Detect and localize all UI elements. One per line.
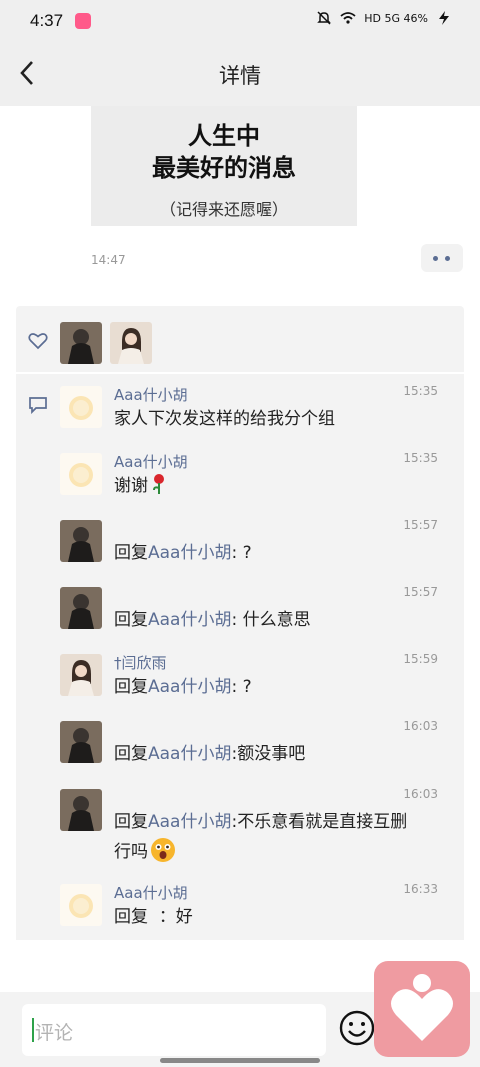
sun-avatar-image bbox=[60, 453, 102, 495]
comment-author[interactable]: †闫欣雨 bbox=[114, 652, 167, 673]
likes-panel bbox=[16, 306, 464, 372]
reply-target[interactable]: Aaa什小胡 bbox=[148, 677, 231, 697]
emoji-button[interactable] bbox=[338, 1009, 376, 1047]
status-indicators: HD 5G 46% bbox=[316, 11, 452, 25]
avatar[interactable] bbox=[60, 587, 102, 629]
reply-prefix: 回复 bbox=[114, 812, 148, 832]
heart-person-icon bbox=[391, 974, 453, 1041]
reply-prefix: 回复 bbox=[114, 907, 148, 927]
surprised-face-icon bbox=[151, 838, 175, 862]
comment-time: 15:59 bbox=[403, 652, 438, 666]
avatar[interactable] bbox=[60, 721, 102, 763]
comment-time: 16:33 bbox=[403, 882, 438, 896]
avatar[interactable] bbox=[60, 386, 102, 428]
comment-text[interactable]: 回复Aaa什小胡: ? bbox=[114, 672, 450, 702]
reply-prefix: 回复 bbox=[114, 543, 148, 563]
reply-colon: : bbox=[231, 543, 238, 563]
comment-body-continued: 行吗 bbox=[114, 842, 148, 862]
image-text-line3: （记得来还愿喔） bbox=[159, 200, 288, 219]
avatar-image bbox=[60, 322, 102, 364]
comment-icon bbox=[29, 397, 47, 414]
page-title: 详情 bbox=[219, 64, 261, 88]
comment-body: ：好 bbox=[158, 907, 193, 927]
text-caret bbox=[32, 1018, 34, 1042]
more-actions-button[interactable] bbox=[421, 244, 463, 272]
comments-panel: Aaa什小胡 15:35 家人下次发这样的给我分个组 Aaa什小胡 15:35 … bbox=[16, 374, 464, 940]
comment-time: 16:03 bbox=[403, 719, 438, 733]
avatar[interactable] bbox=[60, 789, 102, 831]
liker-avatar[interactable] bbox=[110, 322, 152, 364]
heart-outline-icon bbox=[28, 333, 48, 350]
sun-avatar-image bbox=[60, 386, 102, 428]
comment-time: 16:03 bbox=[403, 787, 438, 801]
liker-avatar[interactable] bbox=[60, 322, 102, 364]
reply-colon: : bbox=[231, 610, 238, 630]
reply-colon: : bbox=[231, 677, 238, 697]
comment-text[interactable]: 回复Aaa什小胡:额没事吧 bbox=[114, 739, 450, 769]
home-indicator[interactable] bbox=[160, 1058, 320, 1063]
reply-prefix: 回复 bbox=[114, 610, 148, 630]
reply-target[interactable]: Aaa什小胡 bbox=[148, 543, 231, 563]
comment-author[interactable]: Aaa什小胡 bbox=[114, 451, 188, 472]
comment-time: 15:35 bbox=[403, 384, 438, 398]
post-timestamp: 14:47 bbox=[91, 253, 126, 267]
comment-time: 15:57 bbox=[403, 518, 438, 532]
reply-target[interactable]: Aaa什小胡 bbox=[148, 744, 231, 764]
comment-text[interactable]: 回复 ：好 bbox=[114, 902, 450, 932]
avatar-image bbox=[60, 789, 102, 831]
reply-prefix: 回复 bbox=[114, 677, 148, 697]
comment-body: 什么意思 bbox=[242, 610, 311, 630]
comment-body: 家人下次发这样的给我分个组 bbox=[114, 409, 335, 429]
comment-body: 不乐意看就是直接互删 bbox=[237, 812, 408, 832]
comment-input[interactable]: 评论 bbox=[22, 1004, 326, 1056]
charging-icon bbox=[439, 11, 449, 25]
comment-author[interactable]: Aaa什小胡 bbox=[114, 882, 188, 903]
status-network-text: HD 5G 46% bbox=[364, 11, 428, 25]
avatar[interactable] bbox=[60, 453, 102, 495]
avatar[interactable] bbox=[60, 884, 102, 926]
avatar-image bbox=[110, 322, 152, 364]
more-dots-icon bbox=[433, 256, 438, 261]
wifi-icon bbox=[340, 12, 356, 24]
reply-target[interactable]: Aaa什小胡 bbox=[148, 610, 231, 630]
comment-time: 15:57 bbox=[403, 585, 438, 599]
comment-body: 谢谢 bbox=[114, 476, 148, 496]
comment-text[interactable]: 家人下次发这样的给我分个组 bbox=[114, 404, 450, 434]
status-bar: 4:37 HD 5G 46% bbox=[0, 0, 480, 44]
avatar-image bbox=[60, 721, 102, 763]
post-image[interactable]: 人生中 最美好的消息 （记得来还愿喔） bbox=[91, 106, 357, 226]
avatar[interactable] bbox=[60, 654, 102, 696]
header-bar: 详情 bbox=[0, 44, 480, 106]
comment-body: 额没事吧 bbox=[237, 744, 306, 764]
avatar-image bbox=[60, 587, 102, 629]
comment-body: ? bbox=[242, 543, 252, 563]
status-time: 4:37 bbox=[30, 11, 64, 30]
rose-icon bbox=[153, 474, 164, 494]
comment-time: 15:35 bbox=[403, 451, 438, 465]
comment-input-placeholder: 评论 bbox=[35, 1022, 74, 1044]
avatar[interactable] bbox=[60, 520, 102, 562]
more-dots-icon bbox=[445, 256, 450, 261]
comment-text[interactable]: 回复Aaa什小胡: ? bbox=[114, 538, 450, 568]
mute-icon bbox=[317, 11, 332, 25]
avatar-image bbox=[60, 654, 102, 696]
floating-app-button[interactable] bbox=[374, 961, 470, 1057]
image-text-line2: 最美好的消息 bbox=[152, 154, 296, 182]
avatar-image bbox=[60, 520, 102, 562]
comment-text[interactable]: 回复Aaa什小胡: 什么意思 bbox=[114, 605, 450, 635]
reply-prefix: 回复 bbox=[114, 744, 148, 764]
comment-author[interactable]: Aaa什小胡 bbox=[114, 384, 188, 405]
reply-target[interactable]: Aaa什小胡 bbox=[148, 812, 231, 832]
image-text-line1: 人生中 bbox=[188, 122, 260, 150]
notification-app-icon bbox=[75, 13, 91, 29]
comment-text[interactable]: 谢谢 bbox=[114, 471, 450, 501]
smiley-icon bbox=[339, 1010, 375, 1046]
comment-text[interactable]: 回复Aaa什小胡:不乐意看就是直接互删 行吗 bbox=[114, 807, 450, 867]
comment-body: ? bbox=[242, 677, 252, 697]
sun-avatar-image bbox=[60, 884, 102, 926]
